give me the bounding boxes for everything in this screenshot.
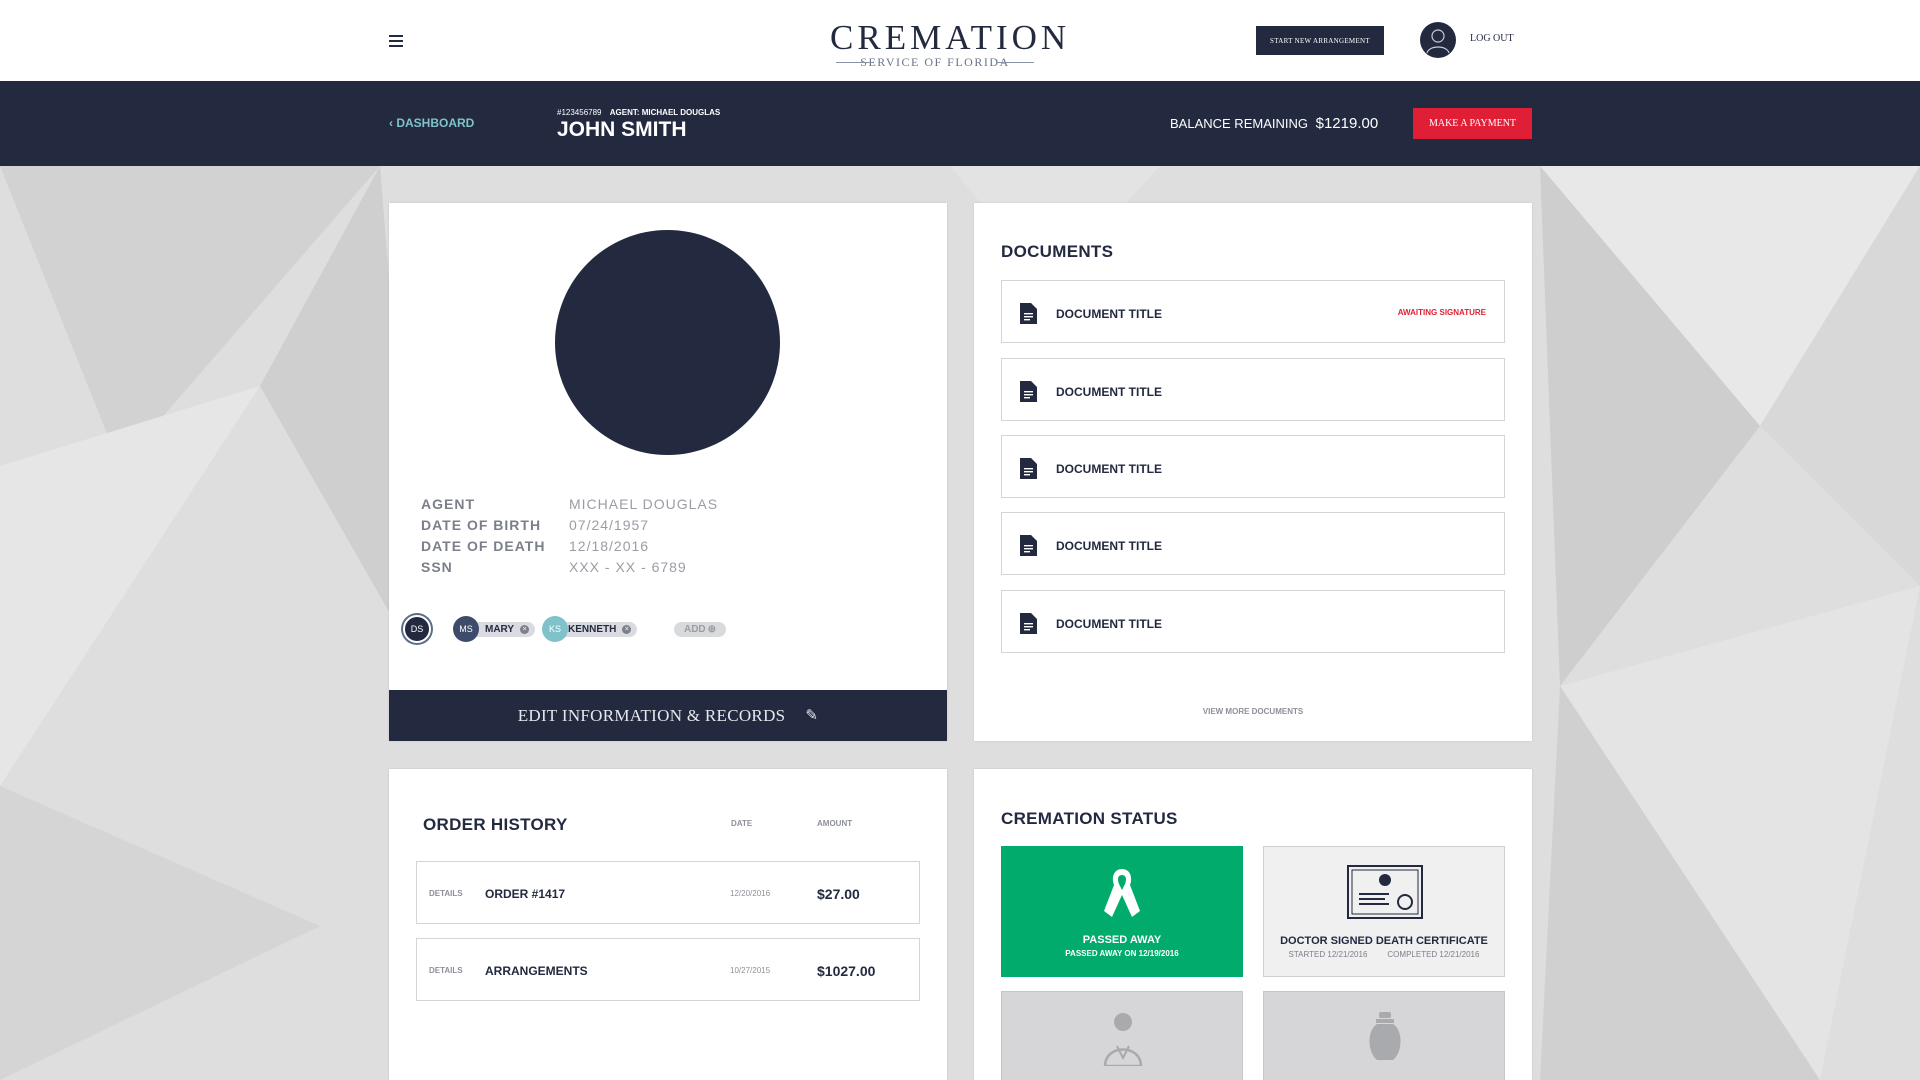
case-navbar: ‹ DASHBOARD #123456789 AGENT: MICHAEL DO… (0, 81, 1920, 166)
logo[interactable]: CREMATION SERVICE OF FLORIDA (830, 18, 1071, 69)
info-label: DATE OF BIRTH (421, 517, 542, 533)
start-new-arrangement-button[interactable]: START NEW ARRANGEMENT (1256, 26, 1384, 55)
profile-info: AGENT MICHAEL DOUGLAS DATE OF BIRTH 07/2… (421, 494, 718, 578)
document-title: DOCUMENT TITLE (1056, 539, 1162, 553)
status-tile-title: PASSED AWAY (1082, 934, 1162, 946)
add-label: ADD (683, 624, 706, 635)
documents-card: DOCUMENTS DOCUMENT TITLE AWAITING SIGNAT… (974, 203, 1532, 741)
case-meta: #123456789 AGENT: MICHAEL DOUGLAS (557, 108, 720, 117)
document-row[interactable]: DOCUMENT TITLE AWAITING SIGNATURE (1001, 280, 1505, 343)
profile-photo (555, 230, 780, 455)
logout-link[interactable]: LOG OUT (1470, 33, 1514, 44)
family-members: DS MARY × MS KENNETH × KS ADD ⊕ (403, 612, 933, 643)
status-tile-pending-doctor[interactable] (1001, 991, 1243, 1080)
member-name: MARY (485, 624, 515, 635)
cremation-status-title: CREMATION STATUS (1001, 809, 1178, 828)
document-icon (1020, 613, 1037, 634)
status-tile-dates: STARTED 12/21/2016 COMPLETED 12/21/2016 (1264, 950, 1504, 959)
deceased-name: JOHN SMITH (557, 118, 687, 141)
chevron-left-icon: ‹ (389, 116, 393, 130)
add-circle-icon: ⊕ (707, 624, 717, 635)
date-column-header: DATE (731, 819, 753, 828)
order-name: ORDER #1417 (485, 887, 566, 901)
documents-title: DOCUMENTS (1001, 242, 1114, 261)
doctor-icon (1103, 1013, 1143, 1066)
balance-remaining: BALANCE REMAINING $1219.00 (1170, 115, 1378, 132)
document-title: DOCUMENT TITLE (1056, 307, 1162, 321)
info-row-dod: DATE OF DEATH 12/18/2016 (421, 536, 718, 557)
info-value: 12/18/2016 (569, 538, 650, 554)
balance-amount: $1219.00 (1315, 115, 1379, 132)
started-date: STARTED 12/21/2016 (1288, 950, 1368, 959)
info-value: 07/24/1957 (569, 517, 650, 533)
document-row[interactable]: DOCUMENT TITLE (1001, 435, 1505, 498)
user-avatar-icon[interactable] (1420, 22, 1456, 58)
member-avatar-ms[interactable]: MS (453, 616, 479, 642)
remove-icon[interactable]: × (622, 625, 632, 634)
info-label: DATE OF DEATH (421, 538, 546, 554)
profile-card: AGENT MICHAEL DOUGLAS DATE OF BIRTH 07/2… (389, 203, 947, 741)
background-texture (0, 166, 1920, 1080)
status-tile-subtitle: PASSED AWAY ON 12/19/2016 (1065, 949, 1179, 958)
member-name: KENNETH (568, 624, 617, 635)
dashboard-label: DASHBOARD (396, 116, 475, 130)
document-icon (1020, 381, 1037, 402)
logo-main-text: CREMATION (830, 18, 1071, 57)
view-more-documents-link[interactable]: VIEW MORE DOCUMENTS (974, 707, 1532, 716)
edit-label: EDIT INFORMATION & RECORDS (517, 705, 786, 725)
order-history-card: ORDER HISTORY DATE AMOUNT DETAILS ORDER … (389, 769, 947, 1080)
case-agent: AGENT: MICHAEL DOUGLAS (609, 108, 721, 117)
menu-icon[interactable] (389, 35, 403, 47)
status-tile-death-certificate[interactable]: DOCTOR SIGNED DEATH CERTIFICATE STARTED … (1263, 846, 1505, 977)
document-icon (1020, 535, 1037, 556)
order-details-link[interactable]: DETAILS (429, 966, 463, 975)
document-icon (1020, 303, 1037, 324)
edit-pencil-icon: ✎ (805, 708, 819, 724)
completed-date: COMPLETED 12/21/2016 (1387, 950, 1480, 959)
make-payment-button[interactable]: MAKE A PAYMENT (1413, 108, 1532, 139)
case-number: #123456789 (557, 108, 602, 117)
order-date: 10/27/2015 (730, 966, 771, 975)
info-value: XXX - XX - 6789 (569, 559, 687, 575)
document-status: AWAITING SIGNATURE (1397, 308, 1486, 317)
urn-icon (1369, 1012, 1401, 1060)
document-row[interactable]: DOCUMENT TITLE (1001, 358, 1505, 421)
order-date: 12/20/2016 (730, 889, 771, 898)
top-header: CREMATION SERVICE OF FLORIDA START NEW A… (0, 0, 1920, 81)
member-avatar-ds[interactable]: DS (403, 615, 431, 643)
order-row: DETAILS ARRANGEMENTS 10/27/2015 $1027.00 (416, 938, 920, 1001)
document-title: DOCUMENT TITLE (1056, 617, 1162, 631)
member-avatar-ks[interactable]: KS (542, 616, 568, 642)
remove-icon[interactable]: × (520, 625, 530, 634)
certificate-icon (1347, 865, 1423, 919)
add-member-button[interactable]: ADD ⊕ (674, 622, 726, 637)
logo-sub-text: SERVICE OF FLORIDA (830, 56, 1040, 68)
status-tile-title: DOCTOR SIGNED DEATH CERTIFICATE (1280, 935, 1488, 947)
cremation-status-card: CREMATION STATUS PASSED AWAY PASSED AWAY… (974, 769, 1532, 1080)
info-value: MICHAEL DOUGLAS (569, 496, 719, 512)
edit-information-button[interactable]: EDIT INFORMATION & RECORDS ✎ (389, 690, 947, 741)
amount-column-header: AMOUNT (817, 819, 853, 828)
balance-label: BALANCE REMAINING (1170, 116, 1308, 131)
info-row-agent: AGENT MICHAEL DOUGLAS (421, 494, 718, 515)
document-row[interactable]: DOCUMENT TITLE (1001, 512, 1505, 575)
order-row: DETAILS ORDER #1417 12/20/2016 $27.00 (416, 861, 920, 924)
order-details-link[interactable]: DETAILS (429, 889, 463, 898)
status-tile-pending-urn[interactable] (1263, 991, 1505, 1080)
order-history-title: ORDER HISTORY (423, 815, 568, 834)
ribbon-icon (1104, 869, 1140, 917)
order-name: ARRANGEMENTS (485, 964, 588, 978)
document-row[interactable]: DOCUMENT TITLE (1001, 590, 1505, 653)
dashboard-back-link[interactable]: ‹ DASHBOARD (389, 116, 474, 130)
info-row-ssn: SSN XXX - XX - 6789 (421, 557, 718, 578)
document-title: DOCUMENT TITLE (1056, 385, 1162, 399)
order-amount: $27.00 (817, 886, 860, 902)
order-amount: $1027.00 (817, 963, 876, 979)
status-tile-passed-away[interactable]: PASSED AWAY PASSED AWAY ON 12/19/2016 (1001, 846, 1243, 977)
document-icon (1020, 458, 1037, 479)
info-row-dob: DATE OF BIRTH 07/24/1957 (421, 515, 718, 536)
info-label: AGENT (421, 496, 475, 512)
document-title: DOCUMENT TITLE (1056, 462, 1162, 476)
info-label: SSN (421, 559, 453, 575)
